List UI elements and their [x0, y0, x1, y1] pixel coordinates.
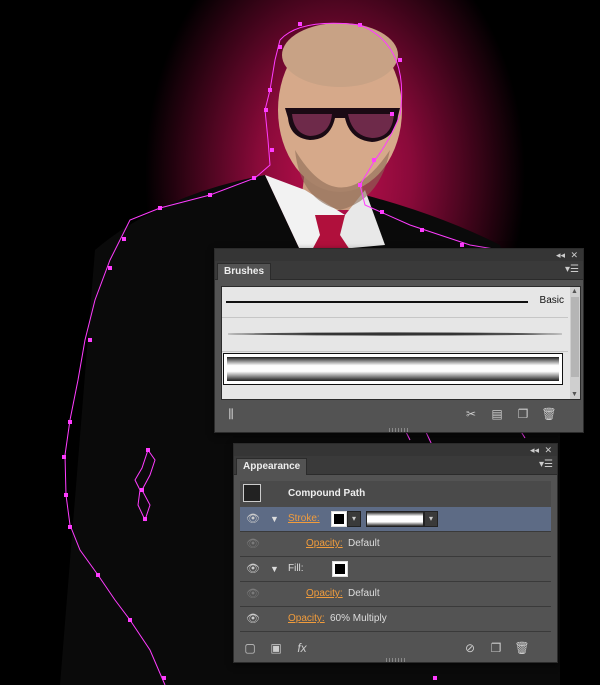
- object-row[interactable]: Compound Path: [240, 481, 551, 508]
- eye-icon[interactable]: 👁: [244, 607, 262, 631]
- opacity-value: 60% Multiply: [330, 613, 387, 624]
- stroke-row[interactable]: 👁 ▼ Stroke: ▾ ▾: [240, 507, 551, 532]
- appearance-toolbar: ▢ ▣ fx ⊘ ❐ 🗑: [234, 638, 557, 660]
- tapered-stroke-preview: [227, 332, 563, 336]
- stroke-color-swatch[interactable]: [331, 511, 347, 527]
- scroll-thumb[interactable]: [571, 297, 579, 377]
- scalp-shape: [282, 23, 398, 87]
- divider: [222, 317, 568, 318]
- stroke-label[interactable]: Stroke:: [288, 507, 320, 531]
- double-chevron-left-icon[interactable]: ◂◂: [530, 444, 539, 456]
- close-icon[interactable]: ✕: [544, 444, 552, 456]
- fill-row[interactable]: 👁 ▼ Fill:: [240, 557, 551, 582]
- opacity-value: Default: [348, 538, 380, 549]
- duplicate-item-icon[interactable]: ❐: [488, 641, 504, 655]
- brushes-toolbar: ⫼ ✂ ▤ ❐ 🗑: [215, 403, 583, 425]
- opacity-value: Default: [348, 588, 380, 599]
- opacity-label[interactable]: Opacity:: [288, 607, 325, 631]
- tab-appearance[interactable]: Appearance: [236, 458, 308, 475]
- gradient-band-preview: [227, 357, 559, 381]
- divider: [222, 351, 568, 352]
- brush-item-basic[interactable]: Basic: [222, 289, 568, 315]
- fill-label: Fill:: [288, 563, 304, 574]
- add-new-fill-icon[interactable]: ▣: [268, 641, 284, 655]
- fx-button[interactable]: fx: [294, 641, 310, 655]
- delete-brush-icon[interactable]: 🗑: [541, 407, 557, 421]
- object-thumbnail: [243, 484, 261, 502]
- clear-appearance-icon[interactable]: ⊘: [462, 641, 478, 655]
- eye-icon[interactable]: 👁: [244, 557, 262, 581]
- double-chevron-left-icon[interactable]: ◂◂: [556, 249, 565, 261]
- eye-icon[interactable]: 👁: [244, 582, 262, 606]
- tab-bar: Appearance ▾☰: [234, 456, 557, 475]
- disclosure-triangle-icon[interactable]: ▼: [270, 507, 279, 531]
- panel-header-bar: ◂◂ ✕: [234, 444, 557, 456]
- object-opacity-row[interactable]: 👁 Opacity: 60% Multiply: [240, 607, 551, 632]
- close-icon[interactable]: ✕: [570, 249, 578, 261]
- stroke-opacity-row[interactable]: 👁 Opacity: Default: [240, 532, 551, 557]
- brush-libraries-icon[interactable]: ⫼: [223, 407, 239, 421]
- eye-icon[interactable]: 👁: [244, 532, 262, 556]
- fill-color-swatch[interactable]: [332, 561, 348, 577]
- resize-grip[interactable]: [389, 428, 409, 432]
- fill-opacity-row[interactable]: 👁 Opacity: Default: [240, 582, 551, 607]
- eye-icon[interactable]: 👁: [244, 507, 262, 531]
- panel-menu-icon[interactable]: ▾☰: [539, 459, 553, 470]
- resize-grip[interactable]: [385, 658, 406, 662]
- scroll-up-icon[interactable]: ▲: [571, 288, 578, 295]
- scroll-down-icon[interactable]: ▼: [571, 391, 578, 398]
- brush-definition-preview[interactable]: [366, 511, 424, 527]
- disclosure-triangle-icon[interactable]: ▼: [270, 557, 279, 581]
- delete-item-icon[interactable]: 🗑: [514, 641, 530, 655]
- object-type-label: Compound Path: [288, 488, 366, 499]
- brush-options-icon[interactable]: ▤: [489, 407, 505, 421]
- add-new-stroke-icon[interactable]: ▢: [242, 641, 258, 655]
- panel-header-bar: ◂◂ ✕: [215, 249, 583, 261]
- brush-list-scrollbar[interactable]: ▲ ▼: [570, 287, 580, 399]
- brush-item-tapered[interactable]: [222, 319, 568, 349]
- opacity-label[interactable]: Opacity:: [306, 582, 343, 606]
- brush-name: Basic: [539, 295, 564, 306]
- new-brush-icon[interactable]: ❐: [515, 407, 531, 421]
- brush-dropdown[interactable]: ▾: [424, 511, 438, 527]
- remove-brush-stroke-icon[interactable]: ✂: [463, 407, 479, 421]
- tab-brushes[interactable]: Brushes: [217, 263, 272, 280]
- opacity-label[interactable]: Opacity:: [306, 532, 343, 556]
- panel-menu-icon[interactable]: ▾☰: [565, 264, 579, 275]
- stroke-color-dropdown[interactable]: ▾: [347, 511, 361, 527]
- appearance-panel: ◂◂ ✕ Appearance ▾☰ Compound Path 👁 ▼ Str…: [233, 443, 558, 663]
- brush-list: Basic ▲ ▼: [221, 286, 581, 400]
- tab-bar: Brushes ▾☰: [215, 261, 583, 280]
- brush-item-gradient-band[interactable]: [223, 353, 563, 385]
- brushes-panel: ◂◂ ✕ Brushes ▾☰ Basic ▲ ▼ ⫼ ✂ ▤ ❐ 🗑: [214, 248, 584, 433]
